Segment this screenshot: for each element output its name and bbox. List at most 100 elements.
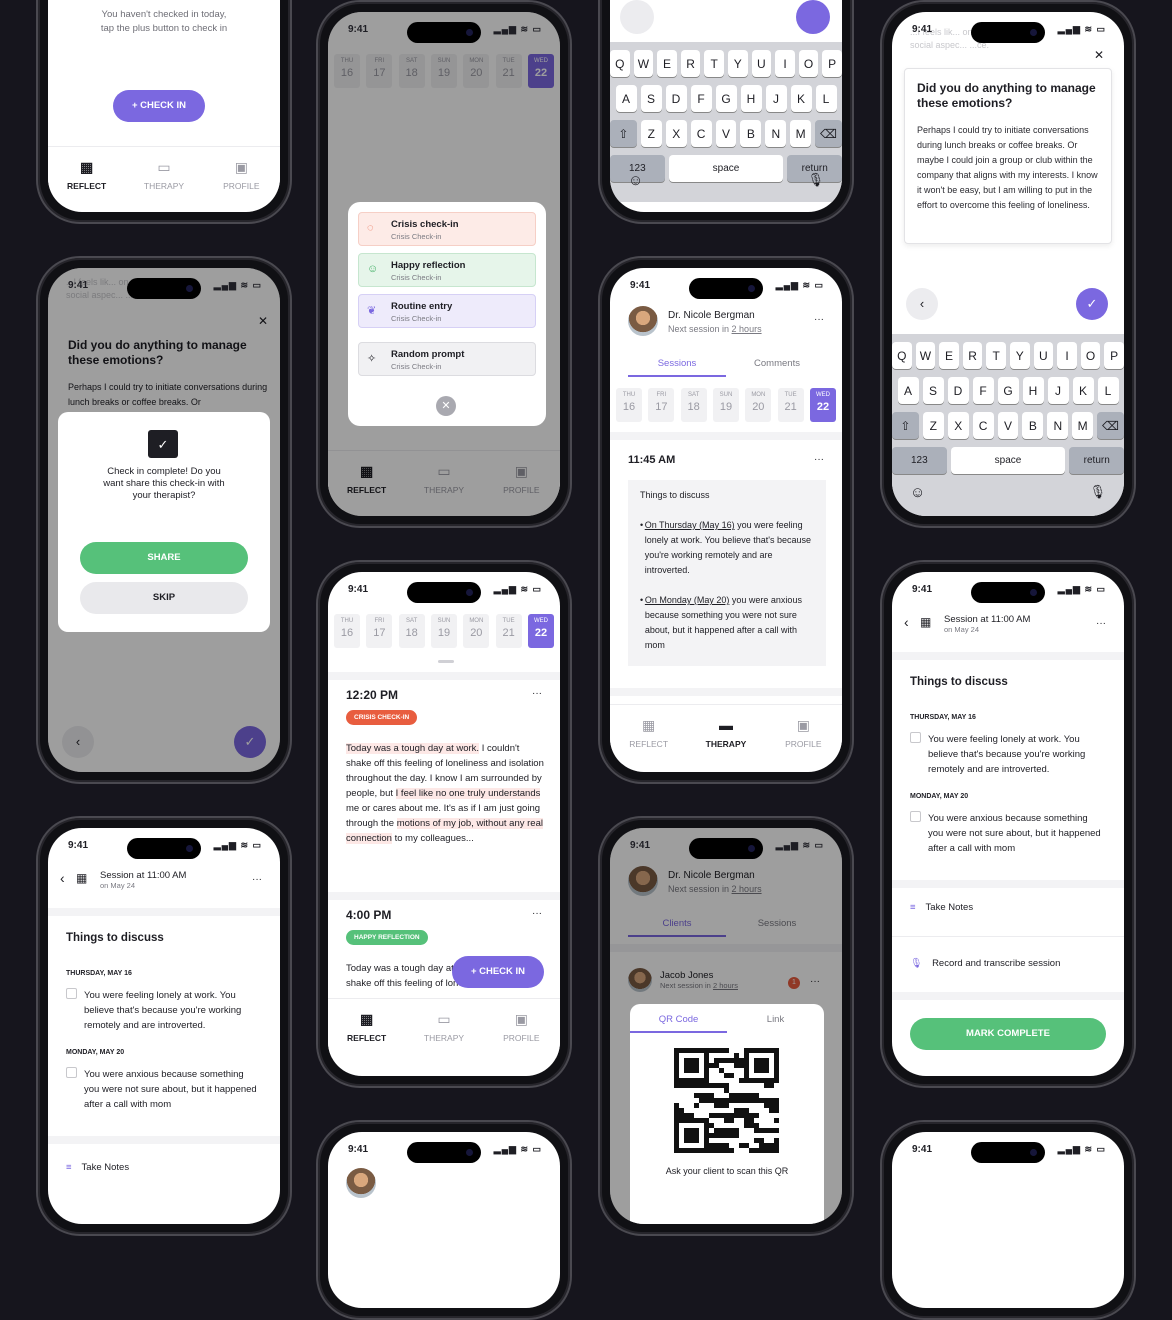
menu-item-crisis[interactable]: ◌ Crisis check-in Crisis Check-in <box>358 212 536 246</box>
key-o[interactable]: O <box>1080 342 1101 369</box>
key-w[interactable]: W <box>633 50 654 77</box>
key-d[interactable]: D <box>665 85 687 112</box>
key-m[interactable]: M <box>1072 412 1094 439</box>
key-d[interactable]: D <box>947 377 969 404</box>
tab-sessions[interactable]: Sessions <box>628 358 726 377</box>
key-return[interactable]: return <box>1069 447 1124 474</box>
back-icon[interactable]: ‹ <box>904 614 909 630</box>
day-sat[interactable]: SAT 18 <box>398 614 425 648</box>
key-p[interactable]: P <box>1104 342 1124 369</box>
take-notes-row[interactable]: ≡ Take Notes <box>66 1162 262 1173</box>
more-icon[interactable]: ··· <box>532 688 542 699</box>
key-u[interactable]: U <box>1033 342 1054 369</box>
more-icon[interactable]: ··· <box>532 908 542 919</box>
key-k[interactable]: K <box>790 85 812 112</box>
key-v[interactable]: V <box>715 120 737 147</box>
entry-card[interactable]: 12:20 PM ··· CRISIS CHECK-IN Today was a… <box>346 688 546 846</box>
key-q[interactable]: Q <box>892 342 912 369</box>
share-button[interactable]: SHARE <box>80 542 248 574</box>
tab-therapy[interactable]: ▭ THERAPY <box>129 147 199 206</box>
tab-therapy[interactable]: ▬ THERAPY <box>691 705 761 764</box>
tab-reflect[interactable]: ▦ REFLECT <box>332 999 402 1058</box>
more-icon[interactable]: ··· <box>252 874 262 885</box>
key-x[interactable]: X <box>947 412 969 439</box>
checkbox[interactable] <box>910 732 921 743</box>
discuss-item[interactable]: You were anxious because something you w… <box>66 1067 262 1112</box>
day-fri[interactable]: FRI 17 <box>366 614 393 648</box>
microphone-icon[interactable]: 🎙 <box>1089 484 1106 500</box>
key-c[interactable]: C <box>972 412 994 439</box>
menu-item-random[interactable]: ✧ Random prompt Crisis Check-in <box>358 342 536 376</box>
key-v[interactable]: V <box>997 412 1019 439</box>
key-h[interactable]: H <box>740 85 762 112</box>
tab-comments[interactable]: Comments <box>728 358 826 369</box>
key-e[interactable]: E <box>657 50 677 77</box>
key-s[interactable]: S <box>640 85 662 112</box>
key-u[interactable]: U <box>751 50 772 77</box>
shift-key[interactable]: ⇧ <box>892 412 919 439</box>
key-i[interactable]: I <box>1057 342 1077 369</box>
emoji-icon[interactable]: ☺ <box>910 484 925 501</box>
discuss-item[interactable]: You were feeling lonely at work. You bel… <box>66 988 262 1033</box>
take-notes-row[interactable]: ≡ Take Notes <box>910 902 1106 913</box>
key-z[interactable]: Z <box>640 120 662 147</box>
key-r[interactable]: R <box>962 342 983 369</box>
day-thu[interactable]: THU 16 <box>334 614 360 648</box>
day-sun[interactable]: SUN 19 <box>712 388 739 422</box>
checkbox[interactable] <box>66 1067 77 1078</box>
key-t[interactable]: T <box>986 342 1006 369</box>
checkbox[interactable] <box>910 811 921 822</box>
tab-profile[interactable]: ▣ PROFILE <box>768 705 838 764</box>
prompt-answer[interactable]: Perhaps I could try to initiate conversa… <box>917 123 1099 213</box>
day-fri[interactable]: FRI 17 <box>648 388 675 422</box>
menu-item-routine[interactable]: ❦ Routine entry Crisis Check-in <box>358 294 536 328</box>
day-sun[interactable]: SUN 19 <box>430 614 457 648</box>
key-g[interactable]: G <box>997 377 1019 404</box>
key-f[interactable]: F <box>690 85 712 112</box>
key-m[interactable]: M <box>790 120 812 147</box>
tab-profile[interactable]: ▣ PROFILE <box>206 147 276 206</box>
discuss-item[interactable]: You were feeling lonely at work. You bel… <box>910 732 1106 777</box>
day-wed[interactable]: WED 22 <box>527 614 554 648</box>
key-z[interactable]: Z <box>922 412 944 439</box>
key-l[interactable]: L <box>815 85 837 112</box>
key-j[interactable]: J <box>765 85 787 112</box>
shift-key[interactable]: ⇧ <box>610 120 637 147</box>
day-mon[interactable]: MON 20 <box>745 388 772 422</box>
key-y[interactable]: Y <box>1010 342 1030 369</box>
key-123[interactable]: 123 <box>892 447 947 474</box>
key-a[interactable]: A <box>897 377 919 404</box>
close-icon[interactable]: ✕ <box>436 396 456 416</box>
day-tue[interactable]: TUE 21 <box>777 388 804 422</box>
back-button[interactable] <box>620 0 654 34</box>
key-n[interactable]: N <box>765 120 787 147</box>
key-t[interactable]: T <box>704 50 724 77</box>
key-l[interactable]: L <box>1097 377 1119 404</box>
day-sat[interactable]: SAT 18 <box>680 388 707 422</box>
key-p[interactable]: P <box>822 50 842 77</box>
emoji-icon[interactable]: ☺ <box>628 172 643 189</box>
key-s[interactable]: S <box>922 377 944 404</box>
key-h[interactable]: H <box>1022 377 1044 404</box>
record-row[interactable]: 🎙 Record and transcribe session <box>910 958 1106 969</box>
backspace-key[interactable]: ⌫ <box>1097 412 1124 439</box>
more-icon[interactable]: ··· <box>1096 618 1106 629</box>
key-x[interactable]: X <box>665 120 687 147</box>
key-w[interactable]: W <box>915 342 936 369</box>
more-icon[interactable]: ··· <box>814 314 824 325</box>
tab-reflect[interactable]: ▦ REFLECT <box>52 147 122 206</box>
tab-link[interactable]: Link <box>727 1014 824 1025</box>
key-f[interactable]: F <box>972 377 994 404</box>
backspace-key[interactable]: ⌫ <box>815 120 842 147</box>
menu-item-happy[interactable]: ☺ Happy reflection Crisis Check-in <box>358 253 536 287</box>
more-icon[interactable]: ··· <box>814 454 824 465</box>
key-k[interactable]: K <box>1072 377 1094 404</box>
checkbox[interactable] <box>66 988 77 999</box>
back-icon[interactable]: ‹ <box>60 870 65 886</box>
key-c[interactable]: C <box>690 120 712 147</box>
tab-reflect[interactable]: ▦ REFLECT <box>614 705 684 764</box>
tab-therapy[interactable]: ▭ THERAPY <box>409 999 479 1058</box>
key-a[interactable]: A <box>615 85 637 112</box>
skip-button[interactable]: SKIP <box>80 582 248 614</box>
key-j[interactable]: J <box>1047 377 1069 404</box>
